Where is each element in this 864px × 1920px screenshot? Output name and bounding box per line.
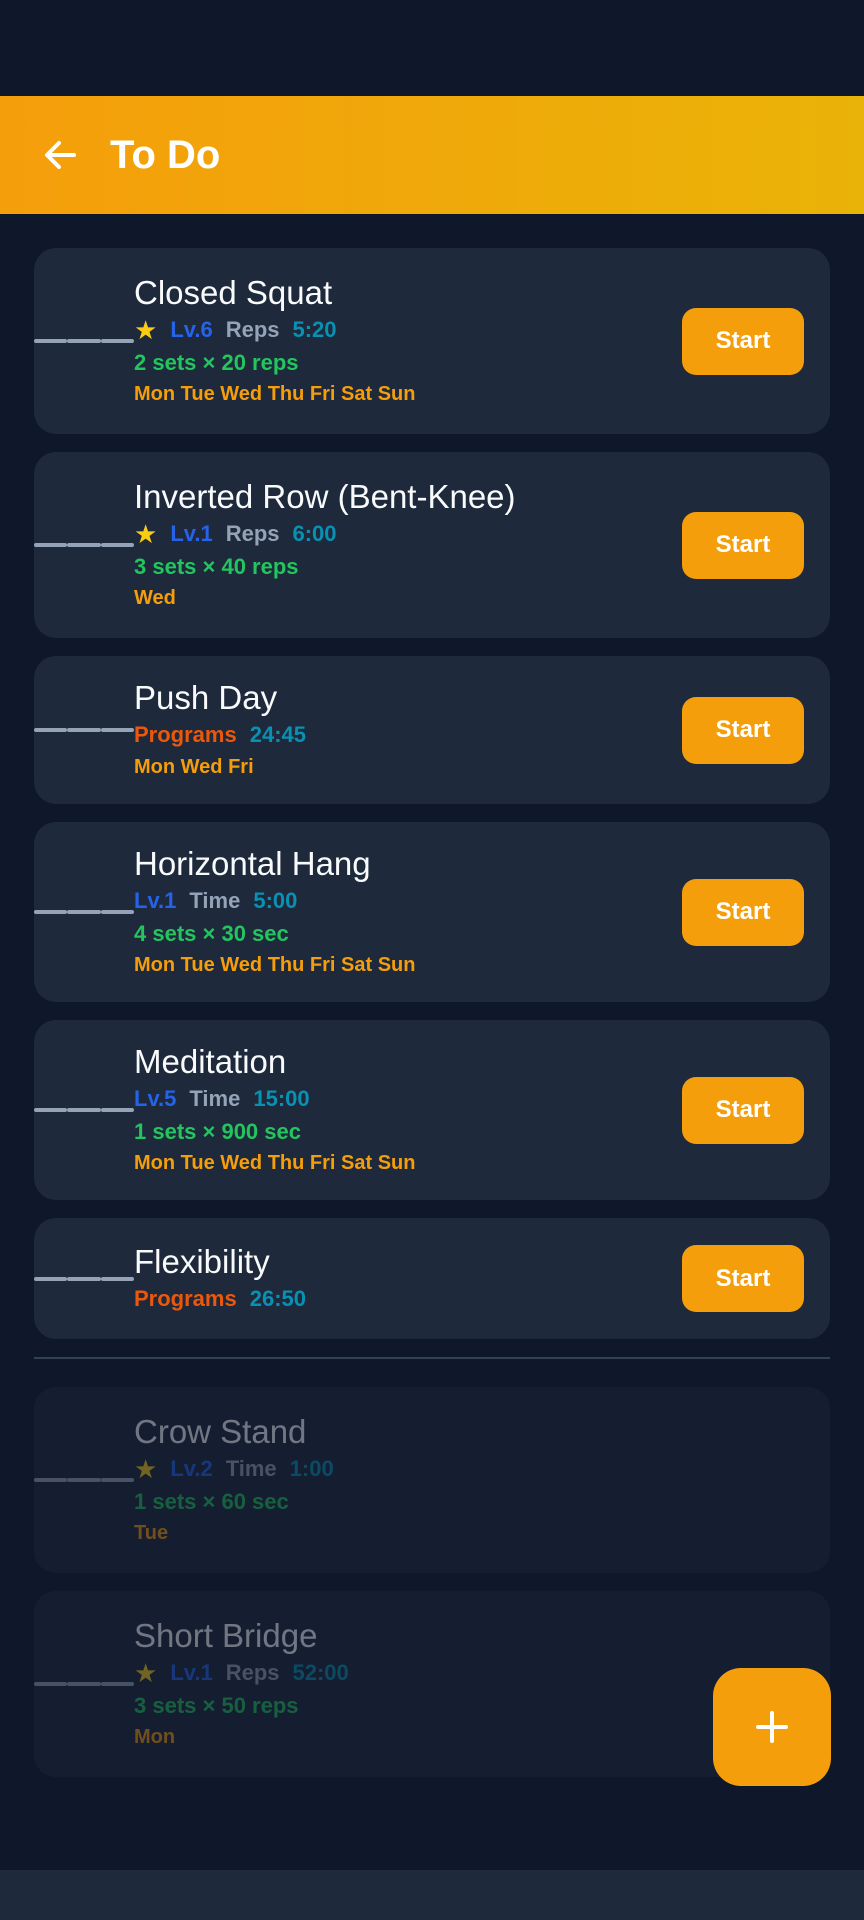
drag-handle-icon[interactable]	[34, 723, 134, 737]
days-label: Mon Tue Wed Thu Fri Sat Sun	[134, 383, 416, 405]
item-name: Closed Squat	[134, 274, 333, 311]
item-name: Flexibility	[134, 1242, 270, 1280]
duration-label: 15:00	[253, 1086, 310, 1111]
days-label: Mon Tue Wed Thu Fri Sat Sun	[134, 1152, 416, 1174]
type-label: Programs	[134, 722, 237, 747]
drag-handle-icon[interactable]	[34, 1103, 134, 1117]
star-icon: ★	[134, 315, 158, 345]
system-nav-bar	[0, 1870, 864, 1920]
sets-label: 3 sets × 40 reps	[134, 554, 299, 579]
completed-divider	[34, 1357, 830, 1359]
level-label: Lv.1	[170, 1660, 213, 1685]
plus-icon	[756, 1711, 788, 1743]
todo-card[interactable]: Flexibility Programs 26:50 Start	[34, 1218, 830, 1339]
duration-label: 26:50	[249, 1285, 306, 1311]
duration-label: 5:00	[253, 888, 298, 913]
drag-handle-icon[interactable]	[34, 905, 134, 919]
duration-label: 52:00	[292, 1660, 349, 1685]
card-info: Inverted Row (Bent-Knee) ★ Lv.1 Reps 6:0…	[134, 477, 682, 613]
completed-card[interactable]: Crow Stand ★ Lv.2 Time 1:00 1 sets × 60 …	[34, 1387, 830, 1573]
level-label: Lv.6	[170, 317, 213, 342]
sets-label: 1 sets × 60 sec	[134, 1489, 289, 1514]
start-button[interactable]: Start	[682, 511, 804, 579]
duration-label: 24:45	[249, 722, 306, 747]
type-label: Reps	[225, 521, 280, 546]
start-button[interactable]: Start	[682, 1076, 804, 1144]
duration-label: 6:00	[292, 521, 337, 546]
start-button[interactable]: Start	[682, 878, 804, 946]
drag-handle-icon[interactable]	[34, 538, 134, 552]
add-button[interactable]	[713, 1668, 831, 1786]
star-icon: ★	[134, 1454, 158, 1484]
item-name: Horizontal Hang	[134, 845, 371, 882]
drag-handle-icon[interactable]	[34, 334, 134, 348]
card-info: Crow Stand ★ Lv.2 Time 1:00 1 sets × 60 …	[134, 1412, 804, 1548]
start-button[interactable]: Start	[682, 307, 804, 375]
level-label: Lv.1	[170, 521, 213, 546]
type-label: Time	[189, 1086, 241, 1111]
card-info: Short Bridge ★ Lv.1 Reps 52:00 3 sets × …	[134, 1616, 804, 1752]
star-icon: ★	[134, 519, 158, 549]
drag-handle-icon[interactable]	[34, 1272, 134, 1286]
star-icon: ★	[134, 1658, 158, 1688]
item-name: Crow Stand	[134, 1413, 307, 1450]
todo-card[interactable]: Closed Squat ★ Lv.6 Reps 5:20 2 sets × 2…	[34, 248, 830, 434]
app-bar: To Do	[0, 96, 864, 214]
days-label: Tue	[134, 1522, 169, 1544]
days-label: Mon Tue Wed Thu Fri Sat Sun	[134, 954, 416, 976]
duration-label: 5:20	[292, 317, 337, 342]
type-label: Programs	[134, 1285, 237, 1311]
drag-handle-icon[interactable]	[34, 1473, 134, 1487]
card-info: Push Day Programs 24:45 Mon Wed Fri	[134, 678, 682, 782]
todo-card[interactable]: Push Day Programs 24:45 Mon Wed Fri Star…	[34, 656, 830, 804]
level-label: Lv.1	[134, 888, 177, 913]
level-label: Lv.5	[134, 1086, 177, 1111]
drag-handle-icon[interactable]	[34, 1677, 134, 1691]
level-label: Lv.2	[170, 1456, 213, 1481]
completed-card[interactable]: Short Bridge ★ Lv.1 Reps 52:00 3 sets × …	[34, 1591, 830, 1777]
sets-label: 3 sets × 50 reps	[134, 1693, 299, 1718]
sets-label: 4 sets × 30 sec	[134, 921, 289, 946]
status-bar	[0, 0, 864, 96]
arrow-left-icon	[45, 141, 76, 169]
start-button[interactable]: Start	[682, 1245, 804, 1312]
todo-card[interactable]: Horizontal Hang Lv.1 Time 5:00 4 sets × …	[34, 822, 830, 1002]
item-name: Meditation	[134, 1043, 287, 1080]
duration-label: 1:00	[289, 1456, 334, 1481]
days-label: Mon	[134, 1726, 176, 1748]
type-label: Reps	[225, 317, 280, 342]
card-info: Flexibility Programs 26:50	[134, 1242, 682, 1316]
type-label: Time	[189, 888, 241, 913]
item-name: Inverted Row (Bent-Knee)	[134, 478, 516, 515]
back-button[interactable]	[36, 131, 84, 179]
type-label: Time	[225, 1456, 277, 1481]
start-button[interactable]: Start	[682, 696, 804, 764]
item-name: Short Bridge	[134, 1617, 318, 1654]
type-label: Reps	[225, 1660, 280, 1685]
page-title: To Do	[110, 132, 221, 177]
todo-card[interactable]: Meditation Lv.5 Time 15:00 1 sets × 900 …	[34, 1020, 830, 1200]
card-info: Meditation Lv.5 Time 15:00 1 sets × 900 …	[134, 1042, 682, 1178]
item-name: Push Day	[134, 679, 278, 716]
sets-label: 1 sets × 900 sec	[134, 1119, 301, 1144]
days-label: Wed	[134, 587, 176, 609]
days-label: Mon Wed Fri	[134, 756, 254, 778]
todo-card[interactable]: Inverted Row (Bent-Knee) ★ Lv.1 Reps 6:0…	[34, 452, 830, 638]
todo-list: Closed Squat ★ Lv.6 Reps 5:20 2 sets × 2…	[0, 214, 864, 1339]
sets-label: 2 sets × 20 reps	[134, 350, 299, 375]
card-info: Horizontal Hang Lv.1 Time 5:00 4 sets × …	[134, 844, 682, 980]
card-info: Closed Squat ★ Lv.6 Reps 5:20 2 sets × 2…	[134, 273, 682, 409]
